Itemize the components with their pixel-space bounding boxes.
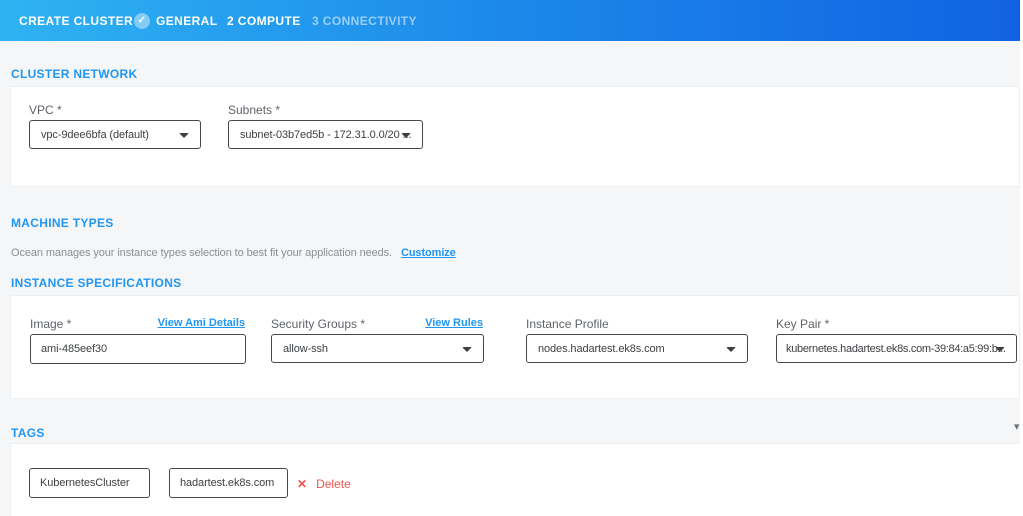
chevron-down-icon [995,347,1005,352]
section-heading-tags: TAGS [11,426,45,440]
delete-x-icon: ✕ [297,478,307,490]
chevron-down-icon [179,133,189,138]
tags-card: ✕ Delete [10,443,1023,516]
instance-profile-select[interactable]: nodes.hadartest.ek8s.com [526,334,748,363]
tag-value-input[interactable] [169,468,288,498]
collapse-chevron-icon[interactable]: ▾ [1014,422,1020,433]
vpc-selected-value: vpc-9dee6bfa (default) [41,129,149,141]
page-title: CREATE CLUSTER [19,0,133,41]
tag-key-input[interactable] [29,468,150,498]
key-pair-selected-value: kubernetes.hadartest.ek8s.com-39:84:a5:9… [786,343,1006,355]
cluster-network-card: VPC * vpc-9dee6bfa (default) Subnets * s… [10,86,1020,187]
tab-connectivity-label: 3 CONNECTIVITY [312,14,417,28]
security-groups-select[interactable]: allow-ssh [271,334,484,363]
security-groups-selected-value: allow-ssh [283,343,328,355]
create-cluster-screen: CREATE CLUSTER ✓ GENERAL 2 COMPUTE 3 CON… [0,0,1023,516]
checkmark-icon: ✓ [134,13,150,29]
tab-compute-label: 2 COMPUTE [227,14,301,28]
customize-link[interactable]: Customize [401,247,456,259]
view-rules-link[interactable]: View Rules [425,317,483,329]
machine-types-description-text: Ocean manages your instance types select… [11,247,392,259]
vpc-select[interactable]: vpc-9dee6bfa (default) [29,120,201,149]
delete-tag-button[interactable]: ✕ Delete [297,468,351,499]
tab-general-label: GENERAL [156,14,217,28]
instance-specifications-card: Image * View Ami Details Security Groups… [10,295,1020,399]
image-label: Image * [30,317,71,331]
chevron-down-icon [462,347,472,352]
key-pair-select[interactable]: kubernetes.hadartest.ek8s.com-39:84:a5:9… [776,334,1017,363]
chevron-down-icon [401,133,411,138]
tab-connectivity[interactable]: 3 CONNECTIVITY [312,0,417,41]
vpc-label: VPC * [29,103,62,117]
subnets-select[interactable]: subnet-03b7ed5b - 172.31.0.0/20 ... [228,120,423,149]
section-heading-machine-types: MACHINE TYPES [11,216,114,230]
section-heading-instance-specifications: INSTANCE SPECIFICATIONS [11,276,181,290]
instance-profile-selected-value: nodes.hadartest.ek8s.com [538,343,665,355]
wizard-header: CREATE CLUSTER ✓ GENERAL 2 COMPUTE 3 CON… [0,0,1023,41]
chevron-down-icon [726,347,736,352]
delete-tag-label: Delete [316,477,351,491]
image-input[interactable] [30,334,246,364]
subnets-label: Subnets * [228,103,280,117]
view-ami-details-link[interactable]: View Ami Details [158,317,245,329]
tab-compute[interactable]: 2 COMPUTE [227,0,301,41]
key-pair-label: Key Pair * [776,317,829,331]
subnets-selected-value: subnet-03b7ed5b - 172.31.0.0/20 ... [240,129,411,141]
machine-types-description: Ocean manages your instance types select… [11,247,456,259]
instance-profile-label: Instance Profile [526,317,609,331]
security-groups-label: Security Groups * [271,317,365,331]
tab-general[interactable]: ✓ GENERAL [134,0,217,41]
section-heading-cluster-network: CLUSTER NETWORK [11,67,138,81]
